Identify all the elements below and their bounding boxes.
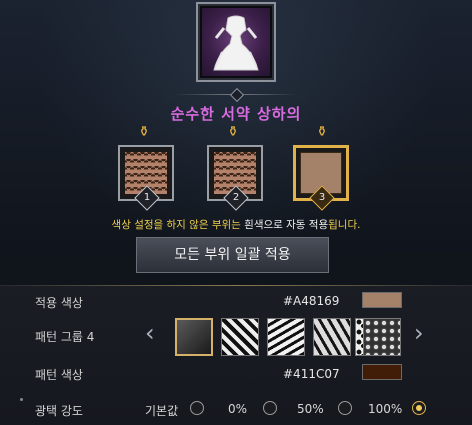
costume-preview-frame[interactable] (196, 2, 276, 82)
dye-slot-1[interactable]: 1 (118, 145, 174, 211)
gloss-option-100-radio[interactable] (412, 401, 426, 415)
costume-title: 순수한 서약 상하의 (170, 105, 302, 123)
pattern-next-arrow[interactable]: › (414, 318, 424, 348)
section-divider (0, 285, 472, 286)
auto-white-notice: 색상 설정을 하지 않은 부위는 흰색으로 자동 적용됩니다. (111, 219, 361, 231)
applied-color-swatch[interactable] (362, 292, 402, 308)
pattern-option-zebra[interactable] (313, 318, 351, 356)
dye-bottle-icon: ⚱ (316, 124, 328, 140)
pattern-option-plain[interactable] (175, 318, 213, 356)
pattern-option-snakeskin[interactable] (363, 318, 401, 356)
pattern-option-zebra[interactable] (221, 318, 259, 356)
pattern-option-zebra[interactable] (267, 318, 305, 356)
gloss-option-50-radio[interactable] (338, 401, 352, 415)
pattern-group-label: 패턴 그룹 4 (35, 330, 95, 344)
applied-color-label: 적용 색상 (35, 296, 83, 310)
pattern-color-label: 패턴 색상 (35, 368, 83, 382)
gloss-option-50-label: 50% (297, 402, 324, 416)
gloss-option-0-radio[interactable] (263, 401, 277, 415)
white-dress-costume-icon (202, 8, 270, 76)
dye-slot-3[interactable]: 3 (293, 145, 349, 211)
gloss-option-0-label: 0% (228, 402, 248, 416)
gloss-option-100-label: 100% (368, 402, 403, 416)
dye-bottle-icon: ⚱ (227, 124, 239, 140)
gloss-option-default-radio[interactable] (190, 401, 204, 415)
apply-all-parts-button[interactable]: 모든 부위 일괄 적용 (136, 237, 329, 273)
gloss-intensity-label: 광택 강도 (35, 404, 83, 418)
pattern-color-hex: #411C07 (283, 367, 340, 381)
pattern-color-swatch[interactable] (362, 364, 402, 380)
applied-color-hex: #A48169 (283, 294, 340, 308)
dye-slot-2[interactable]: 2 (207, 145, 263, 211)
dye-bottle-icon: ⚱ (138, 124, 150, 140)
gloss-option-default-label: 기본값 (145, 404, 179, 418)
bullet-dot (20, 398, 23, 401)
pattern-prev-arrow[interactable]: ‹ (145, 318, 155, 348)
